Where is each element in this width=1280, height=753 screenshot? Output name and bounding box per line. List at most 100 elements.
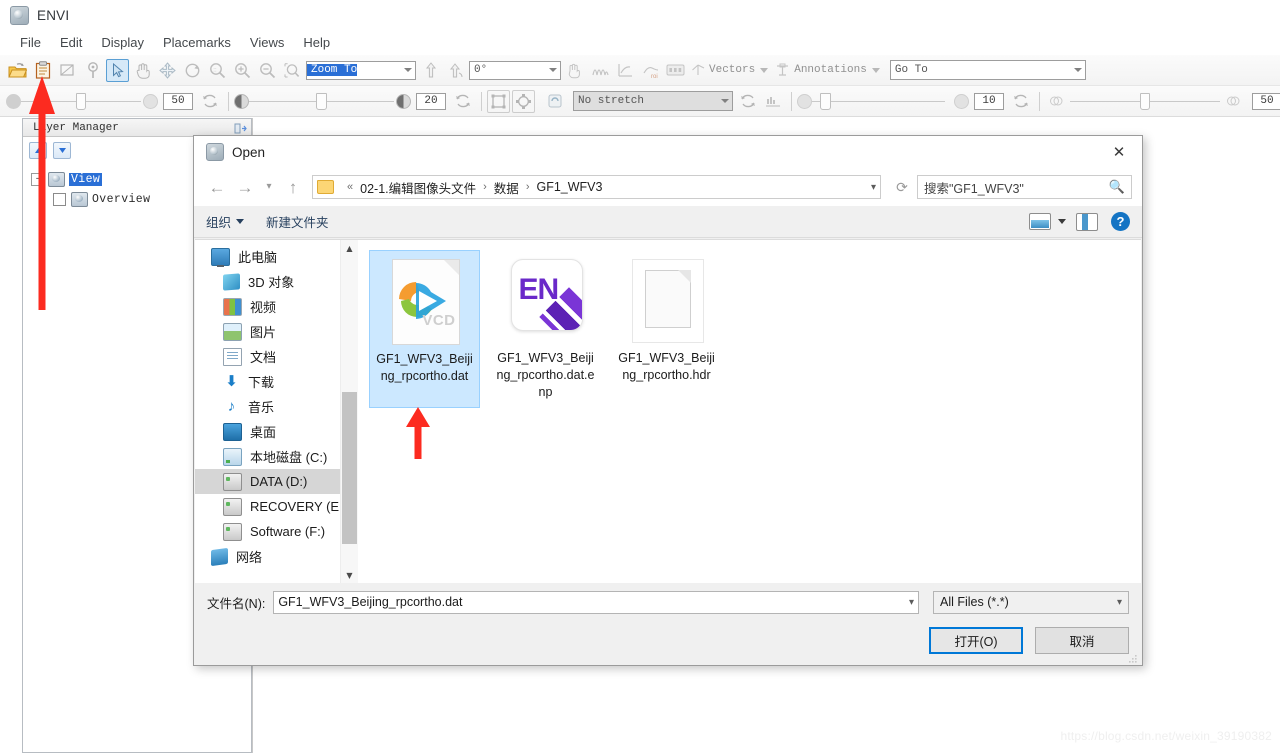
breadcrumb-item-2[interactable]: GF1_WFV3: [536, 180, 602, 194]
blend-value[interactable]: 50: [1252, 92, 1280, 110]
roi-tool-icon[interactable]: roi: [639, 59, 662, 82]
brightness-reset-icon[interactable]: [451, 90, 474, 113]
chevron-down-icon[interactable]: [721, 99, 729, 103]
sharpen-slider[interactable]: [812, 92, 952, 110]
brightness-slider[interactable]: [249, 92, 394, 110]
navigation-pane-scrollbar[interactable]: ▲ ▼: [340, 240, 358, 584]
plot-profile-icon[interactable]: [614, 59, 637, 82]
spectral-profile-icon[interactable]: [589, 59, 612, 82]
zoom-out-icon[interactable]: [256, 59, 279, 82]
open-folder-icon[interactable]: [6, 59, 29, 82]
file-type-filter-select[interactable]: All Files (*.*) ▾: [933, 590, 1129, 614]
zoom-in-icon[interactable]: [231, 59, 254, 82]
tree-collapse-icon[interactable]: -: [31, 172, 44, 186]
nav-item-documents[interactable]: 文档: [195, 344, 340, 369]
scrollbar-thumb[interactable]: [342, 392, 357, 544]
nav-item-data-d[interactable]: DATA (D:): [195, 469, 340, 494]
fit-to-window-icon[interactable]: [487, 89, 510, 113]
file-item-hdr[interactable]: GF1_WFV3_Beijing_rpcortho.hdr: [611, 250, 722, 408]
fly-move-icon[interactable]: [156, 59, 179, 82]
sharpen-value[interactable]: 10: [974, 92, 1004, 110]
nav-item-this-pc[interactable]: 此电脑: [195, 244, 340, 269]
nav-item-local-disk-c[interactable]: 本地磁盘 (C:): [195, 444, 340, 469]
chevron-down-icon[interactable]: ▾: [903, 597, 914, 608]
search-icon[interactable]: 🔍: [1109, 179, 1125, 195]
rotation-combo[interactable]: 0°: [469, 60, 561, 80]
nav-item-software-f[interactable]: Software (F:): [195, 519, 340, 544]
sharpen-reset-icon[interactable]: [1009, 90, 1032, 113]
cancel-button[interactable]: 取消: [1035, 627, 1129, 654]
vectors-menu-icon[interactable]: [689, 59, 707, 82]
breadcrumb-item-0[interactable]: 02-1.编辑图像头文件: [360, 178, 476, 197]
pin-icon[interactable]: [81, 59, 104, 82]
overview-checkbox[interactable]: [53, 192, 66, 206]
pan-hand-icon[interactable]: [131, 59, 154, 82]
chevron-down-icon[interactable]: [758, 59, 770, 82]
up-arrow-icon[interactable]: ↑: [280, 174, 306, 200]
file-item-enp[interactable]: EN GF1_WFV3_Beijing_rpcortho.dat.enp: [490, 250, 601, 408]
north-up-icon[interactable]: [419, 59, 442, 82]
scroll-up-icon[interactable]: ▲: [341, 240, 358, 257]
nav-item-3d-objects[interactable]: 3D 对象: [195, 269, 340, 294]
nav-item-desktop[interactable]: 桌面: [195, 419, 340, 444]
menu-item-file[interactable]: File: [11, 32, 50, 53]
search-input[interactable]: 搜索"GF1_WFV3" 🔍: [917, 175, 1132, 199]
address-bar[interactable]: « 02-1.编辑图像头文件 › 数据 › GF1_WFV3 ▾: [312, 175, 881, 199]
move-down-icon[interactable]: [53, 141, 71, 159]
brightness-value[interactable]: 20: [416, 92, 446, 110]
annotations-menu-label[interactable]: Annotations: [794, 64, 867, 76]
actual-size-icon[interactable]: [512, 89, 535, 113]
menu-item-placemarks[interactable]: Placemarks: [154, 32, 240, 53]
preview-pane-icon[interactable]: [1076, 212, 1098, 231]
nav-item-network[interactable]: 网络: [195, 544, 340, 569]
band-ratio-icon[interactable]: [664, 59, 687, 82]
cursor-select-icon[interactable]: [106, 58, 129, 82]
stretch-refresh-icon[interactable]: [736, 90, 759, 113]
chevron-down-icon[interactable]: [1058, 219, 1066, 224]
filename-input[interactable]: GF1_WFV3_Beijing_rpcortho.dat ▾: [273, 590, 919, 614]
transparency-value[interactable]: 50: [163, 92, 193, 110]
nav-item-videos[interactable]: 视频: [195, 294, 340, 319]
nav-item-music[interactable]: ♪ 音乐: [195, 394, 340, 419]
breadcrumb-item-1[interactable]: 数据: [494, 178, 519, 197]
view-mode-icon[interactable]: [1029, 213, 1051, 230]
menu-item-help[interactable]: Help: [294, 32, 339, 53]
file-list-pane[interactable]: VCD GF1_WFV3_Beijing_rpcortho.dat EN GF1…: [358, 240, 1141, 584]
refresh-icon[interactable]: [543, 90, 566, 113]
menu-item-display[interactable]: Display: [92, 32, 153, 53]
nav-item-recovery-e[interactable]: RECOVERY (E:): [195, 494, 340, 519]
reset-icon[interactable]: [198, 90, 221, 113]
stretch-combo[interactable]: No stretch: [573, 91, 733, 111]
rotate-icon[interactable]: [181, 59, 204, 82]
move-up-icon[interactable]: [29, 141, 47, 159]
zoom-to-combo[interactable]: Zoom To: [306, 60, 416, 80]
clipboard-icon[interactable]: [31, 59, 54, 82]
back-arrow-icon[interactable]: ←: [204, 174, 230, 200]
organize-menu[interactable]: 组织: [206, 212, 245, 231]
nav-item-pictures[interactable]: 图片: [195, 319, 340, 344]
menu-item-views[interactable]: Views: [241, 32, 293, 53]
goto-combo[interactable]: Go To: [889, 60, 1086, 80]
chevron-down-icon[interactable]: ▾: [863, 182, 876, 193]
zoom-region-icon[interactable]: [281, 59, 304, 82]
blend-slider[interactable]: [1070, 92, 1220, 110]
scroll-down-icon[interactable]: ▼: [341, 567, 358, 584]
rotate-north-icon[interactable]: [444, 59, 467, 82]
forward-arrow-icon[interactable]: →: [232, 174, 258, 200]
new-folder-button[interactable]: 新建文件夹: [266, 212, 329, 231]
annotations-menu-icon[interactable]: [772, 59, 792, 82]
help-icon[interactable]: ?: [1111, 212, 1130, 231]
crop-icon[interactable]: [56, 59, 79, 82]
chevron-down-icon[interactable]: [549, 68, 557, 72]
zoom-fit-icon[interactable]: ::: [206, 59, 229, 82]
refresh-icon[interactable]: ⟳: [889, 174, 915, 200]
chevron-down-icon[interactable]: [870, 59, 882, 82]
file-item-dat[interactable]: VCD GF1_WFV3_Beijing_rpcortho.dat: [369, 250, 480, 408]
menu-item-edit[interactable]: Edit: [51, 32, 91, 53]
cursor-value-icon[interactable]: [564, 59, 587, 82]
pin-panel-icon[interactable]: [234, 122, 247, 134]
chevron-down-icon[interactable]: ▾: [1111, 597, 1122, 608]
histogram-icon[interactable]: [761, 90, 784, 113]
transparency-slider[interactable]: [21, 92, 142, 110]
chevron-down-icon[interactable]: [404, 68, 412, 72]
